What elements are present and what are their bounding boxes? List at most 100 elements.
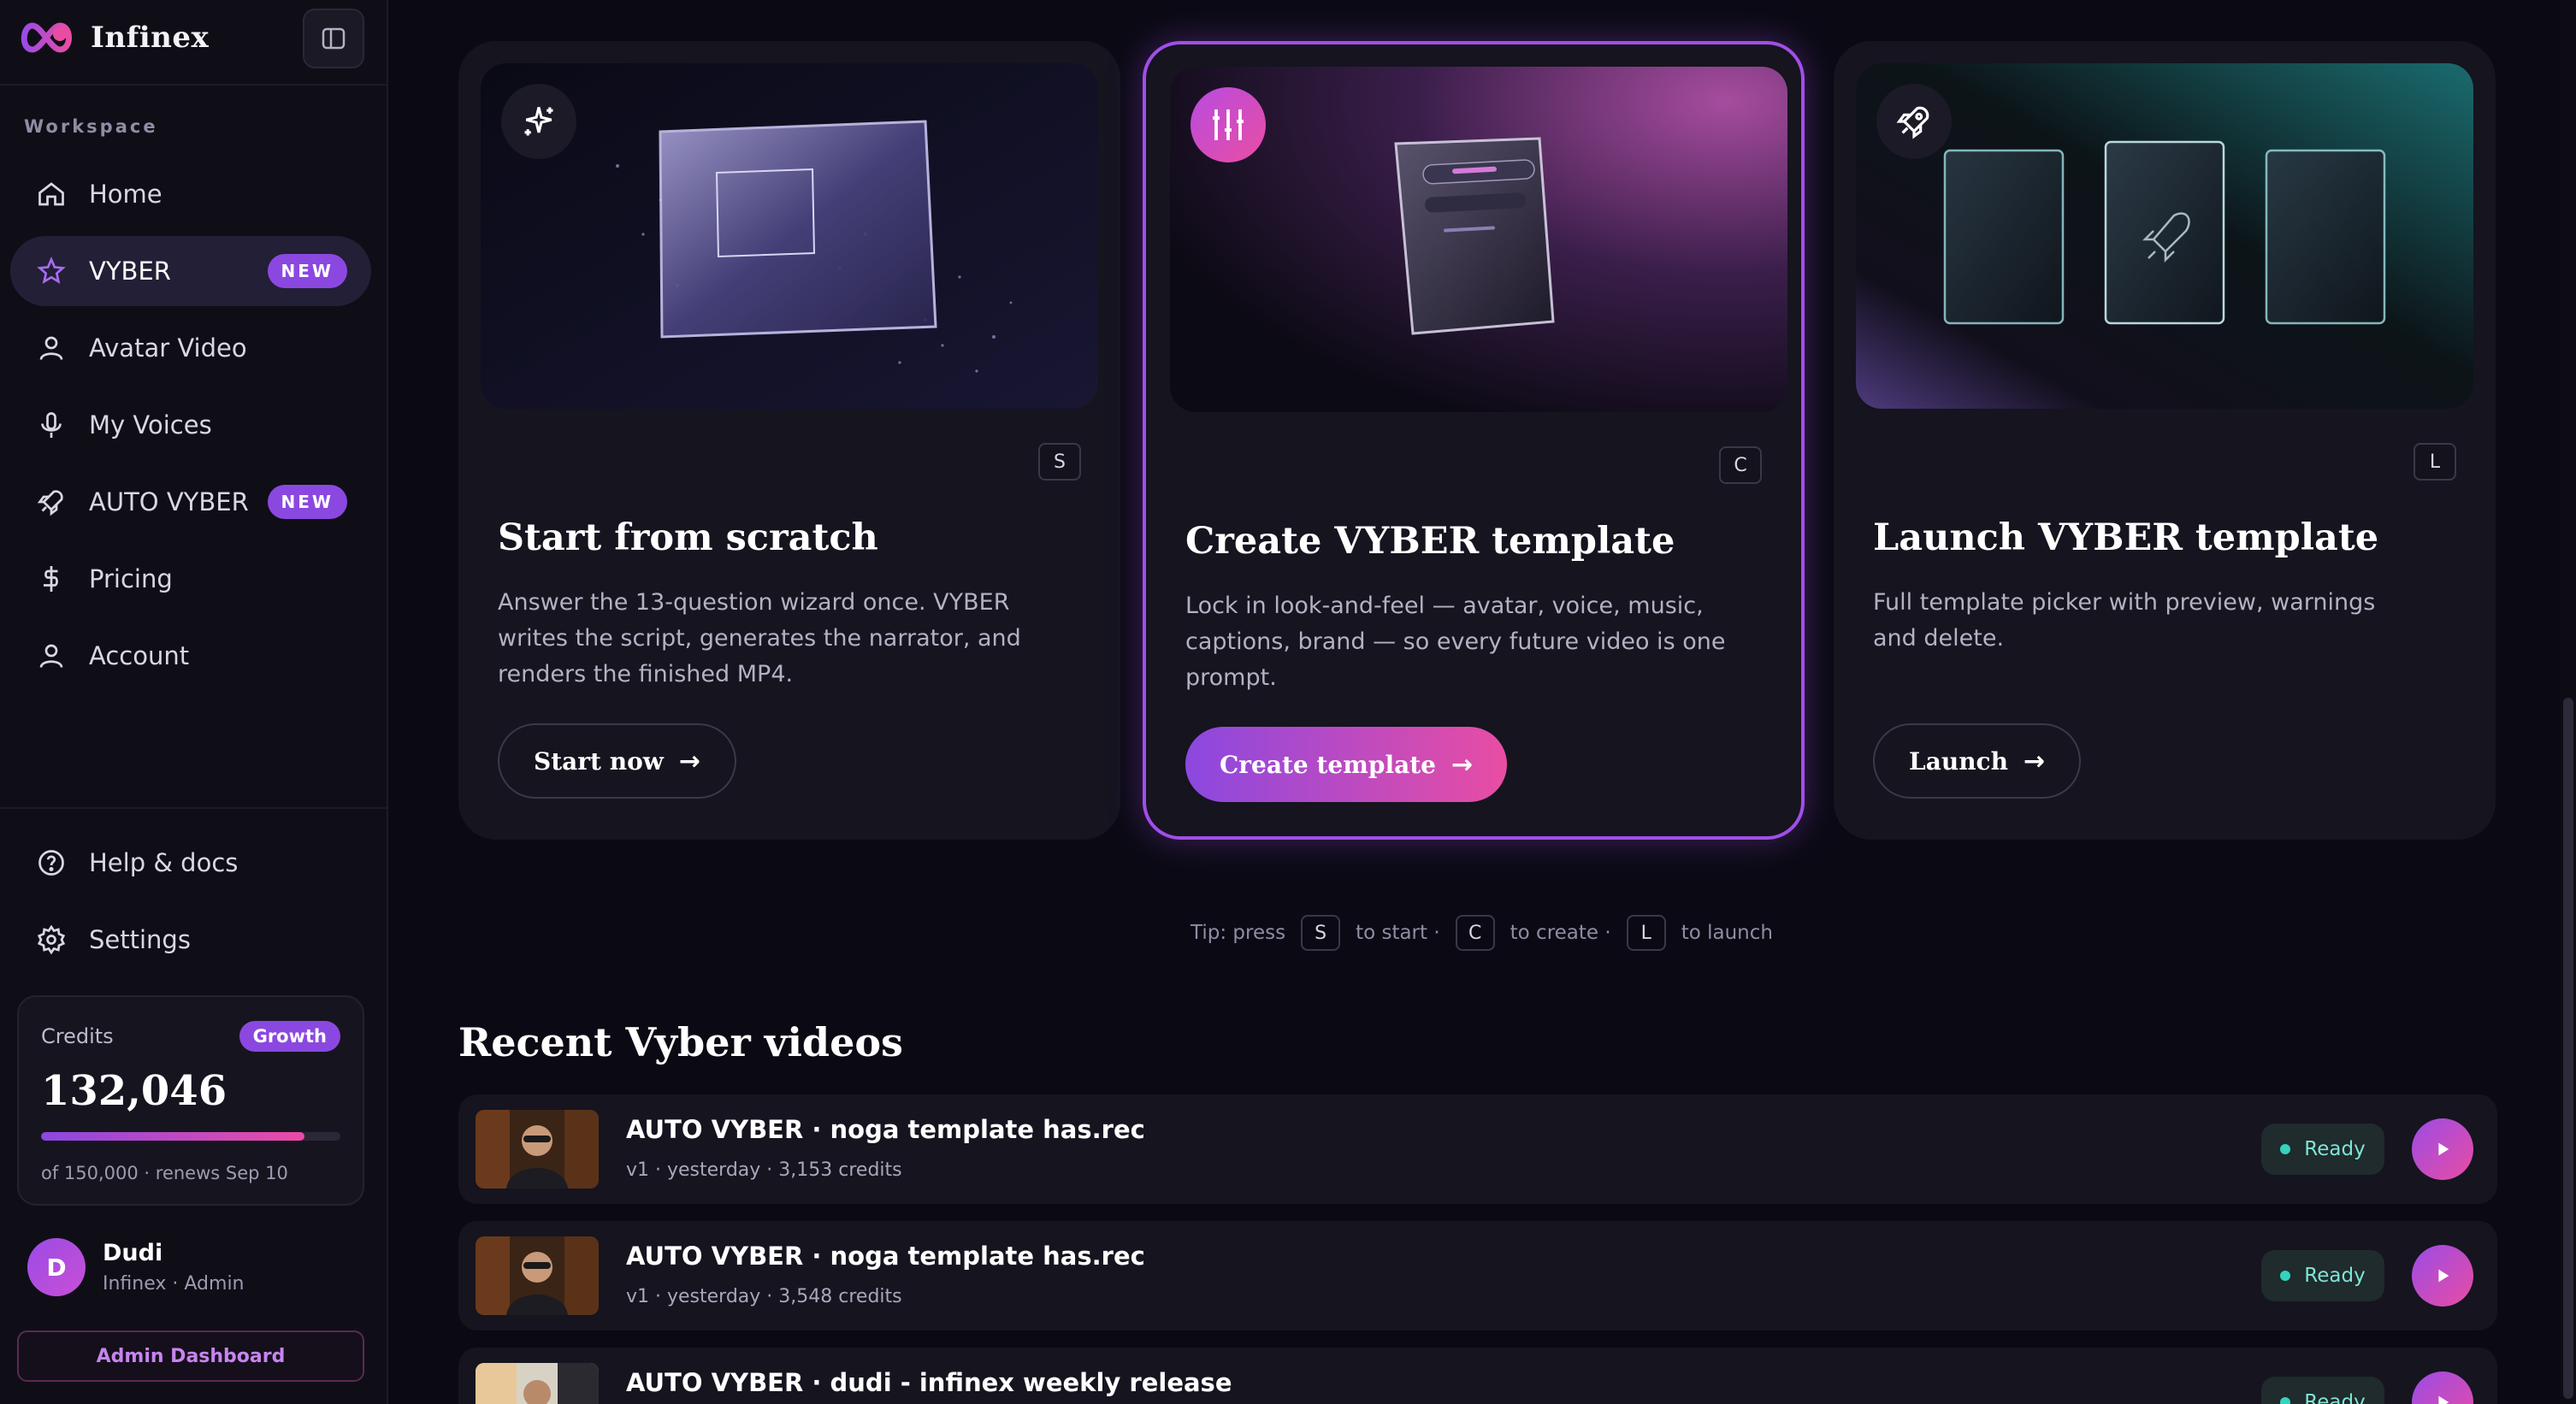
home-icon — [36, 179, 67, 209]
card-illustration — [481, 63, 1098, 409]
sidebar-item-label: Pricing — [89, 564, 173, 593]
mic-icon — [36, 410, 67, 440]
sidebar-item-vyber[interactable]: VYBER NEW — [10, 236, 371, 306]
button-label: Create template — [1220, 750, 1436, 779]
create-template-card[interactable]: C Create VYBER template Lock in look-and… — [1143, 41, 1805, 840]
tip-text: to launch — [1681, 922, 1773, 944]
sidebar-item-settings[interactable]: Settings — [10, 905, 371, 975]
divider — [0, 84, 388, 86]
credits-progress-fill — [41, 1132, 304, 1141]
credits-label: Credits — [41, 1024, 114, 1048]
shortcut-key: S — [1301, 915, 1341, 951]
sidebar-item-pricing[interactable]: Pricing — [10, 544, 371, 614]
status-badge: Ready — [2261, 1124, 2384, 1175]
card-description: Full template picker with preview, warni… — [1873, 589, 2376, 652]
create-template-button[interactable]: Create template → — [1185, 727, 1508, 802]
start-now-button[interactable]: Start now → — [498, 723, 737, 799]
sidebar-item-label: Help & docs — [89, 848, 239, 877]
divider — [0, 807, 388, 809]
shortcut-key: C — [1719, 446, 1762, 484]
credits-card: Credits Growth 132,046 of 150,000 · rene… — [17, 995, 364, 1206]
sidebar-item-home[interactable]: Home — [10, 159, 371, 229]
status-badge: Ready — [2261, 1250, 2384, 1301]
status-text: Ready — [2304, 1265, 2366, 1287]
gear-icon — [36, 924, 67, 955]
status-dot-icon — [2280, 1397, 2291, 1404]
card-title: Start from scratch — [498, 516, 878, 559]
status-badge: Ready — [2261, 1377, 2384, 1404]
sidebar-item-avatar-video[interactable]: Avatar Video — [10, 313, 371, 383]
sidebar-item-label: My Voices — [89, 410, 212, 439]
status-dot-icon — [2280, 1144, 2291, 1154]
collapse-sidebar-button[interactable] — [303, 9, 364, 68]
video-row[interactable]: AUTO VYBER · noga template has.rec v1 · … — [458, 1094, 2497, 1204]
play-button[interactable] — [2412, 1372, 2473, 1404]
play-icon — [2438, 1269, 2449, 1283]
scrollbar[interactable] — [2561, 0, 2576, 1404]
credits-progress-bar — [41, 1132, 340, 1141]
user-icon — [36, 640, 67, 671]
video-thumbnail — [476, 1110, 599, 1189]
button-label: Start now — [534, 746, 664, 776]
status-text: Ready — [2304, 1391, 2366, 1404]
launch-template-card[interactable]: L Launch VYBER template Full template pi… — [1834, 41, 2496, 840]
arrow-right-icon: → — [678, 746, 701, 776]
video-row[interactable]: AUTO VYBER · dudi - infinex weekly relea… — [458, 1348, 2497, 1404]
sidebar-item-label: Home — [89, 180, 162, 209]
shortcut-key: L — [2414, 443, 2456, 481]
new-badge: NEW — [267, 254, 347, 288]
play-icon — [2438, 1142, 2449, 1156]
status-text: Ready — [2304, 1138, 2366, 1160]
admin-dashboard-button[interactable]: Admin Dashboard — [17, 1330, 364, 1382]
rocket-icon — [36, 487, 67, 517]
shortcut-key: S — [1038, 443, 1081, 481]
launch-button[interactable]: Launch → — [1873, 723, 2082, 799]
user-role: Infinex · Admin — [103, 1273, 245, 1295]
scrollbar-thumb[interactable] — [2563, 698, 2573, 1399]
sidebar-toggle-icon — [322, 27, 346, 50]
video-thumbnail — [476, 1363, 599, 1404]
rocket-icon — [1876, 84, 1952, 159]
tip-prefix: Tip: press — [1191, 922, 1286, 944]
new-badge: NEW — [267, 485, 347, 519]
sidebar-item-auto-vyber[interactable]: AUTO VYBER NEW — [10, 467, 371, 537]
play-button[interactable] — [2412, 1118, 2473, 1180]
button-label: Launch — [1909, 746, 2008, 776]
sparkle-icon — [501, 84, 576, 159]
sidebar-item-label: Account — [89, 641, 190, 670]
brand-name: Infinex — [91, 21, 210, 55]
sidebar-item-label: Settings — [89, 925, 191, 954]
sidebar-item-account[interactable]: Account — [10, 621, 371, 691]
tip-text: to create · — [1510, 922, 1611, 944]
sidebar-item-my-voices[interactable]: My Voices — [10, 390, 371, 460]
card-description: Lock in look-and-feel — avatar, voice, m… — [1185, 593, 1726, 691]
video-row[interactable]: AUTO VYBER · noga template has.rec v1 · … — [458, 1221, 2497, 1330]
recent-videos-title: Recent Vyber videos — [458, 1019, 903, 1065]
user-profile[interactable]: D Dudi Infinex · Admin — [27, 1238, 245, 1296]
play-button[interactable] — [2412, 1245, 2473, 1307]
card-illustration — [1856, 63, 2473, 409]
start-from-scratch-card[interactable]: S Start from scratch Answer the 13-quest… — [458, 41, 1120, 840]
keyboard-tip: Tip: press S to start · C to create · L … — [1191, 915, 1773, 951]
sidebar-bottom-nav: Help & docs Settings — [10, 828, 371, 982]
video-thumbnail — [476, 1236, 599, 1315]
sidebar: Infinex Workspace Home VYBER NEW Avatar … — [0, 0, 388, 1404]
user-name: Dudi — [103, 1240, 163, 1266]
help-icon — [36, 847, 67, 878]
arrow-right-icon: → — [2023, 746, 2046, 776]
brand[interactable]: Infinex — [17, 15, 209, 60]
plan-badge[interactable]: Growth — [239, 1021, 340, 1052]
avatar: D — [27, 1238, 86, 1296]
status-dot-icon — [2280, 1271, 2291, 1281]
dollar-icon — [36, 563, 67, 594]
credits-value: 132,046 — [41, 1067, 227, 1115]
sidebar-item-label: AUTO VYBER — [89, 487, 249, 516]
user-icon — [36, 333, 67, 363]
sliders-icon — [1191, 87, 1266, 162]
sidebar-item-help[interactable]: Help & docs — [10, 828, 371, 898]
card-title: Launch VYBER template — [1873, 516, 2379, 559]
workspace-label: Workspace — [24, 116, 158, 137]
sidebar-nav: Home VYBER NEW Avatar Video My Voices AU… — [10, 159, 371, 698]
play-icon — [2438, 1395, 2449, 1404]
tip-text: to start · — [1356, 922, 1440, 944]
